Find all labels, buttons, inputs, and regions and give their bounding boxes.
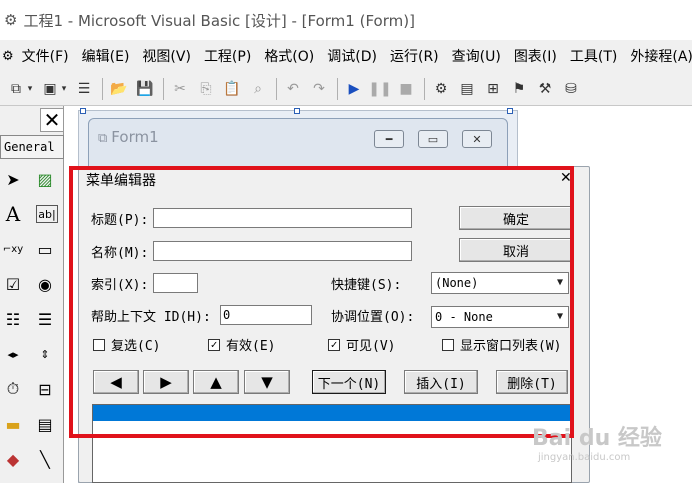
picturebox-icon[interactable]: ▨ — [32, 166, 58, 192]
toolbar-separator — [337, 77, 338, 100]
baidu-watermark-url: jingyan.baidu.com — [538, 452, 631, 463]
baidu-watermark: Bai du 经验 — [532, 426, 662, 451]
resize-handle[interactable] — [294, 108, 300, 114]
menu-addins[interactable]: 外接程(A) — [630, 46, 692, 66]
menu-icon: ⚙ — [2, 48, 14, 64]
redo-icon[interactable]: ↷ — [309, 79, 329, 99]
pointer-icon[interactable]: ➤ — [0, 166, 26, 192]
data-view-icon[interactable]: ⛁ — [561, 79, 581, 99]
timer-icon[interactable]: ⏱ — [0, 376, 26, 402]
dropdown-arrow-icon[interactable]: ▾ — [60, 79, 68, 99]
properties-window-icon[interactable]: ▤ — [457, 79, 477, 99]
standard-toolbar: ⧉ ▾ ▣ ▾ ☰ 📂 💾 ✂ ⎘ 📋 ⌕ ↶ ↷ ▶ ❚❚ ■ ⚙ ▤ ⊞ ⚑… — [0, 72, 692, 106]
paste-icon[interactable]: 📋 — [222, 79, 242, 99]
toolbox-icon[interactable]: ⚒ — [535, 79, 555, 99]
menu-file[interactable]: 文件(F) — [22, 46, 69, 66]
add-form-icon[interactable]: ▣ — [40, 79, 60, 99]
menu-format[interactable]: 格式(O) — [264, 46, 314, 66]
copy-icon[interactable]: ⎘ — [196, 79, 216, 99]
highlight-frame — [69, 166, 574, 438]
textbox-icon[interactable]: ab| — [36, 205, 58, 223]
undo-icon[interactable]: ↶ — [283, 79, 303, 99]
maximize-button[interactable]: ▭ — [418, 130, 448, 148]
toolbar-separator — [163, 77, 164, 100]
window-title: 工程1 - Microsoft Visual Basic [设计] - [For… — [23, 11, 415, 30]
frame-icon[interactable]: ⌐xy — [0, 236, 26, 262]
menu-view[interactable]: 视图(V) — [142, 46, 191, 66]
form-icon: ⧉ — [98, 131, 108, 146]
find-icon[interactable]: ⌕ — [248, 79, 268, 99]
commandbutton-icon[interactable]: ▭ — [32, 236, 58, 262]
toolbar-separator — [424, 77, 425, 100]
toolbar-separator — [276, 77, 277, 100]
form1-title-text: Form1 — [111, 128, 159, 146]
title-bar: ⚙ 工程1 - Microsoft Visual Basic [设计] - [F… — [0, 0, 692, 40]
start-icon[interactable]: ▶ — [344, 79, 364, 99]
cut-icon[interactable]: ✂ — [170, 79, 190, 99]
combobox-icon[interactable]: ☷ — [0, 306, 26, 332]
label-icon[interactable]: A — [0, 201, 26, 227]
toolbox-grid: ➤ ▨ A ab| ⌐xy ▭ ☑ ◉ ☷ ☰ ◂▸ ⇕ ⏱ ⊟ ▬ ▤ ◆ ╲ — [0, 166, 64, 472]
optionbutton-icon[interactable]: ◉ — [32, 271, 58, 297]
filelistbox-icon[interactable]: ▤ — [32, 411, 58, 437]
menu-edit[interactable]: 编辑(E) — [82, 46, 130, 66]
toolbar-separator — [102, 77, 103, 100]
menu-tools[interactable]: 工具(T) — [570, 46, 617, 66]
save-icon[interactable]: 💾 — [135, 79, 155, 99]
object-browser-icon[interactable]: ⚑ — [509, 79, 529, 99]
menu-debug[interactable]: 调试(D) — [327, 46, 377, 66]
pause-icon[interactable]: ❚❚ — [368, 79, 391, 99]
listbox-icon[interactable]: ☰ — [32, 306, 58, 332]
line-icon[interactable]: ╲ — [32, 446, 58, 472]
drivelistbox-icon[interactable]: ⊟ — [32, 376, 58, 402]
close-icon[interactable]: ✕ — [40, 108, 64, 132]
menu-editor-icon[interactable]: ☰ — [74, 79, 94, 99]
menu-diagram[interactable]: 图表(I) — [514, 46, 557, 66]
minimize-button[interactable]: ━ — [374, 130, 404, 148]
vb-app-icon: ⚙ — [4, 11, 18, 29]
close-button[interactable]: ✕ — [462, 130, 492, 148]
checkbox-icon[interactable]: ☑ — [0, 271, 26, 297]
dropdown-arrow-icon[interactable]: ▾ — [26, 79, 34, 99]
shape-icon[interactable]: ◆ — [0, 446, 26, 472]
menu-run[interactable]: 运行(R) — [390, 46, 439, 66]
stop-icon[interactable]: ■ — [396, 79, 416, 99]
menu-project[interactable]: 工程(P) — [204, 46, 251, 66]
menu-query[interactable]: 查询(U) — [452, 46, 501, 66]
menu-bar: ⚙ 文件(F) 编辑(E) 视图(V) 工程(P) 格式(O) 调试(D) 运行… — [0, 40, 692, 72]
open-icon[interactable]: 📂 — [109, 79, 129, 99]
vscrollbar-icon[interactable]: ⇕ — [32, 341, 58, 367]
toolbox-general-tab[interactable]: General — [0, 135, 64, 159]
dirlistbox-icon[interactable]: ▬ — [0, 411, 26, 437]
resize-handle[interactable] — [507, 108, 513, 114]
hscrollbar-icon[interactable]: ◂▸ — [0, 341, 26, 367]
resize-handle[interactable] — [80, 108, 86, 114]
form1-title: ⧉ Form1 — [98, 128, 159, 146]
form-layout-icon[interactable]: ⊞ — [483, 79, 503, 99]
add-project-icon[interactable]: ⧉ — [6, 79, 26, 99]
project-explorer-icon[interactable]: ⚙ — [431, 79, 451, 99]
